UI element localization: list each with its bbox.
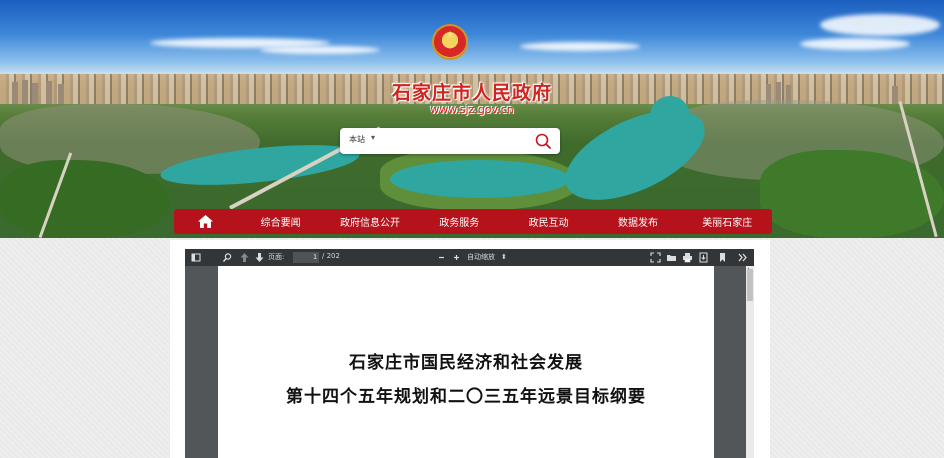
site-title: 石家庄市人民政府 bbox=[391, 82, 552, 104]
download-button[interactable] bbox=[698, 252, 709, 263]
bookmark-button[interactable] bbox=[717, 252, 728, 263]
search-button[interactable] bbox=[534, 132, 552, 150]
home-icon bbox=[197, 215, 213, 228]
scrollbar-thumb[interactable] bbox=[747, 269, 753, 301]
download-icon bbox=[699, 252, 708, 263]
nav-item-info-disclosure[interactable]: 政府信息公开 bbox=[325, 214, 414, 229]
main-nav: 综合要闻 政府信息公开 政务服务 政民互动 数据发布 美丽石家庄 bbox=[174, 209, 772, 234]
caret-updown-icon: ⬍ bbox=[501, 253, 507, 261]
next-page-button[interactable] bbox=[254, 252, 265, 263]
minus-icon bbox=[439, 256, 444, 259]
double-chevron-right-icon bbox=[738, 253, 747, 262]
search-input[interactable] bbox=[382, 132, 526, 152]
print-icon bbox=[683, 253, 692, 263]
nav-item-data[interactable]: 数据发布 bbox=[593, 214, 682, 229]
open-file-button[interactable] bbox=[666, 252, 677, 263]
zoom-out-button[interactable] bbox=[436, 252, 447, 263]
nav-item-beautiful-sjz[interactable]: 美丽石家庄 bbox=[683, 214, 772, 229]
sidebar-toggle-button[interactable] bbox=[191, 252, 202, 263]
page-label: 页面: bbox=[268, 253, 285, 261]
zoom-select[interactable]: 自动缩放 ⬍ bbox=[467, 252, 507, 262]
pdf-viewer: 页面: / 202 自动缩放 ⬍ bbox=[185, 249, 754, 458]
presentation-mode-button[interactable] bbox=[650, 252, 661, 263]
fullscreen-icon bbox=[650, 252, 661, 263]
vertical-scrollbar[interactable]: ▲ bbox=[746, 266, 754, 458]
cloud bbox=[800, 38, 910, 50]
river bbox=[390, 160, 570, 198]
search-scope-select[interactable]: 本站 bbox=[349, 134, 365, 145]
sidebar-icon bbox=[191, 253, 201, 262]
plus-icon bbox=[454, 255, 459, 260]
find-button[interactable] bbox=[222, 252, 233, 263]
nav-item-services[interactable]: 政务服务 bbox=[415, 214, 504, 229]
national-emblem-icon: ★ bbox=[432, 24, 468, 60]
site-url: www.sjz.gov.cn bbox=[430, 103, 514, 116]
header-banner: ★ 石家庄市人民政府 www.sjz.gov.cn 本站 ▾ 综合要闻 政府信息… bbox=[0, 0, 944, 238]
page-number-input[interactable] bbox=[293, 252, 319, 263]
total-pages: / 202 bbox=[322, 252, 340, 260]
document-title-line-1: 石家庄市国民经济和社会发展 bbox=[349, 353, 583, 373]
nav-item-interaction[interactable]: 政民互动 bbox=[504, 214, 593, 229]
tools-menu-button[interactable] bbox=[737, 252, 748, 263]
pdf-page: 石家庄市国民经济和社会发展 第十四个五年规划和二〇三五年远景目标纲要 bbox=[218, 266, 714, 458]
search-icon bbox=[222, 253, 232, 262]
document-title-line-2: 第十四个五年规划和二〇三五年远景目标纲要 bbox=[286, 387, 646, 407]
cloud bbox=[520, 42, 640, 51]
search-icon bbox=[535, 133, 551, 149]
nav-item-news[interactable]: 综合要闻 bbox=[236, 214, 325, 229]
nav-home[interactable] bbox=[174, 209, 236, 234]
cloud bbox=[820, 14, 940, 36]
cloud bbox=[260, 46, 380, 54]
arrow-down-icon bbox=[255, 253, 264, 262]
search-box: 本站 ▾ bbox=[340, 128, 560, 154]
zoom-in-button[interactable] bbox=[451, 252, 462, 263]
bookmark-icon bbox=[720, 253, 725, 262]
previous-page-button[interactable] bbox=[239, 252, 250, 263]
zoom-value: 自动缩放 bbox=[467, 253, 495, 261]
arrow-up-icon bbox=[240, 253, 249, 262]
print-button[interactable] bbox=[682, 252, 693, 263]
caret-down-icon[interactable]: ▾ bbox=[371, 133, 375, 142]
folder-icon bbox=[667, 255, 676, 261]
pdf-toolbar: 页面: / 202 自动缩放 ⬍ bbox=[185, 249, 754, 266]
